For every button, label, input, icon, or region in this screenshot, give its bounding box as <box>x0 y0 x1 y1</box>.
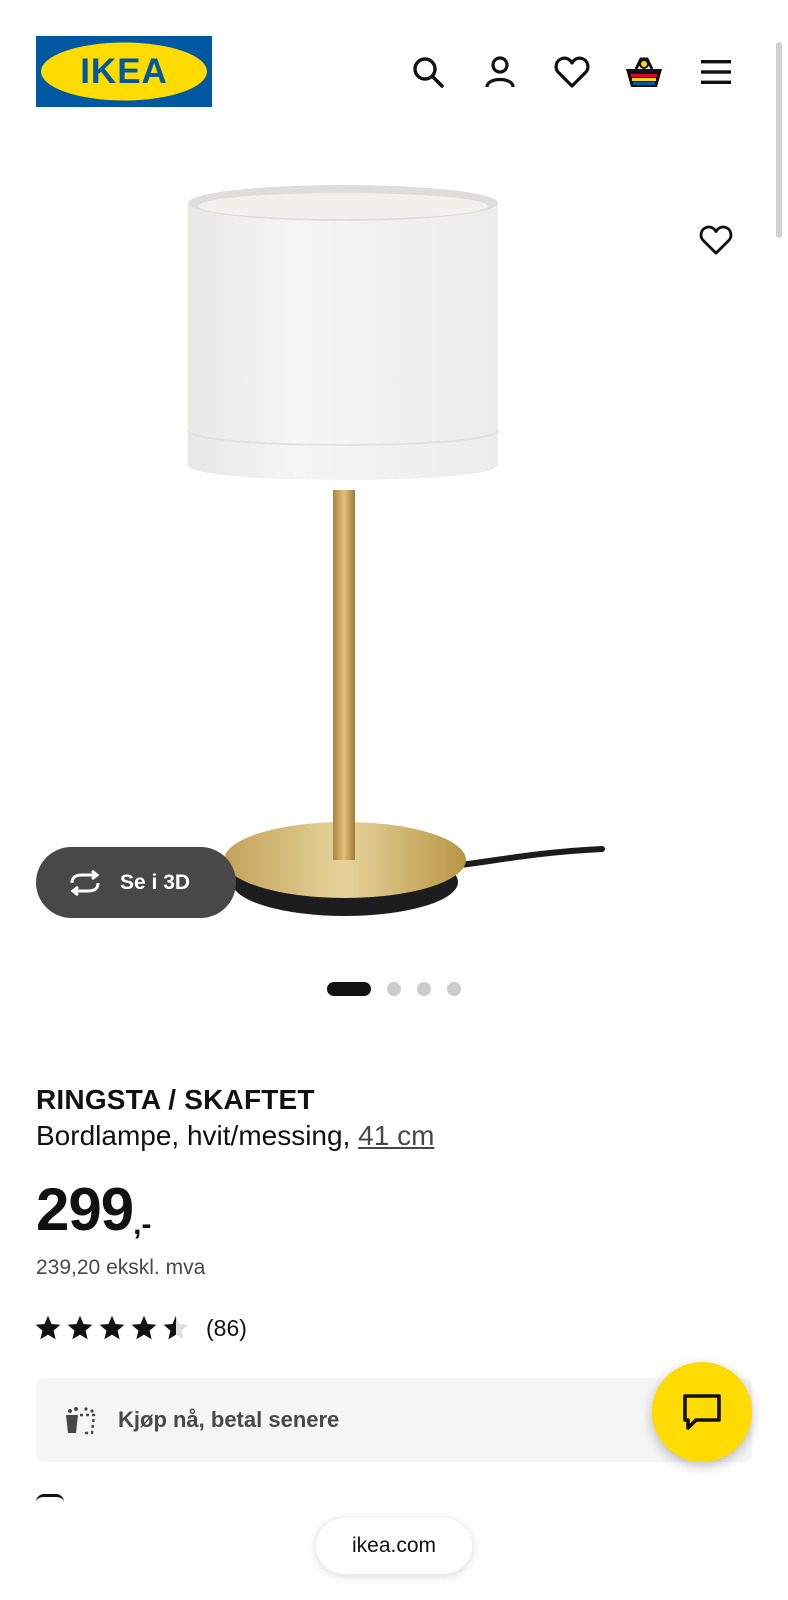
product-rating[interactable]: (86) <box>34 1314 247 1342</box>
review-count: (86) <box>206 1314 247 1341</box>
product-name: RINGSTA / SKAFTET <box>36 1084 315 1115</box>
menu-icon[interactable] <box>696 52 736 92</box>
svg-text:IKEA: IKEA <box>80 52 168 91</box>
user-icon[interactable] <box>480 52 520 92</box>
pagination-dot[interactable] <box>417 982 431 996</box>
browser-url-bar[interactable]: ikea.com <box>316 1518 472 1574</box>
lamp-image <box>187 185 605 916</box>
chat-button[interactable] <box>652 1362 752 1462</box>
favorite-heart-icon[interactable] <box>684 208 748 272</box>
pagination-dot[interactable] <box>387 982 401 996</box>
gallery-pagination <box>0 981 788 997</box>
ikea-logo[interactable]: IKEA <box>36 36 212 107</box>
price-excl-vat: 239,20 ekskl. mva <box>36 1256 206 1279</box>
buy-now-pay-later-label: Kjøp nå, betal senere <box>118 1407 340 1432</box>
pagination-dot[interactable] <box>447 982 461 996</box>
star-half-icon <box>163 1315 189 1340</box>
view-3d-button[interactable]: Se i 3D <box>36 847 236 918</box>
star-full-icon <box>35 1315 61 1340</box>
star-full-icon <box>67 1315 93 1340</box>
buy-now-pay-later-banner[interactable]: Kjøp nå, betal senere <box>36 1378 752 1462</box>
product-price: 299 ,- <box>36 1180 151 1242</box>
site-header: IKEA <box>0 0 788 140</box>
heart-icon[interactable] <box>552 52 592 92</box>
partially-visible-element <box>36 1494 64 1502</box>
installment-payment-icon <box>66 1407 96 1435</box>
star-full-icon <box>99 1315 125 1340</box>
product-description: Bordlampe, hvit/messing, 41 cm <box>36 1120 434 1152</box>
pagination-dot-active[interactable] <box>327 982 371 996</box>
price-decimal: ,- <box>133 1208 152 1241</box>
rotate-3d-icon <box>70 869 100 896</box>
product-description-text: Bordlampe, hvit/messing, <box>36 1120 351 1151</box>
product-size-link[interactable]: 41 cm <box>358 1120 434 1151</box>
view-3d-label: Se i 3D <box>120 870 191 894</box>
search-icon[interactable] <box>408 52 448 92</box>
basket-icon[interactable] <box>624 52 664 92</box>
price-integer: 299 <box>36 1176 134 1243</box>
product-gallery[interactable] <box>0 140 788 960</box>
chat-bubble-icon <box>683 1394 721 1430</box>
star-full-icon <box>131 1315 157 1340</box>
